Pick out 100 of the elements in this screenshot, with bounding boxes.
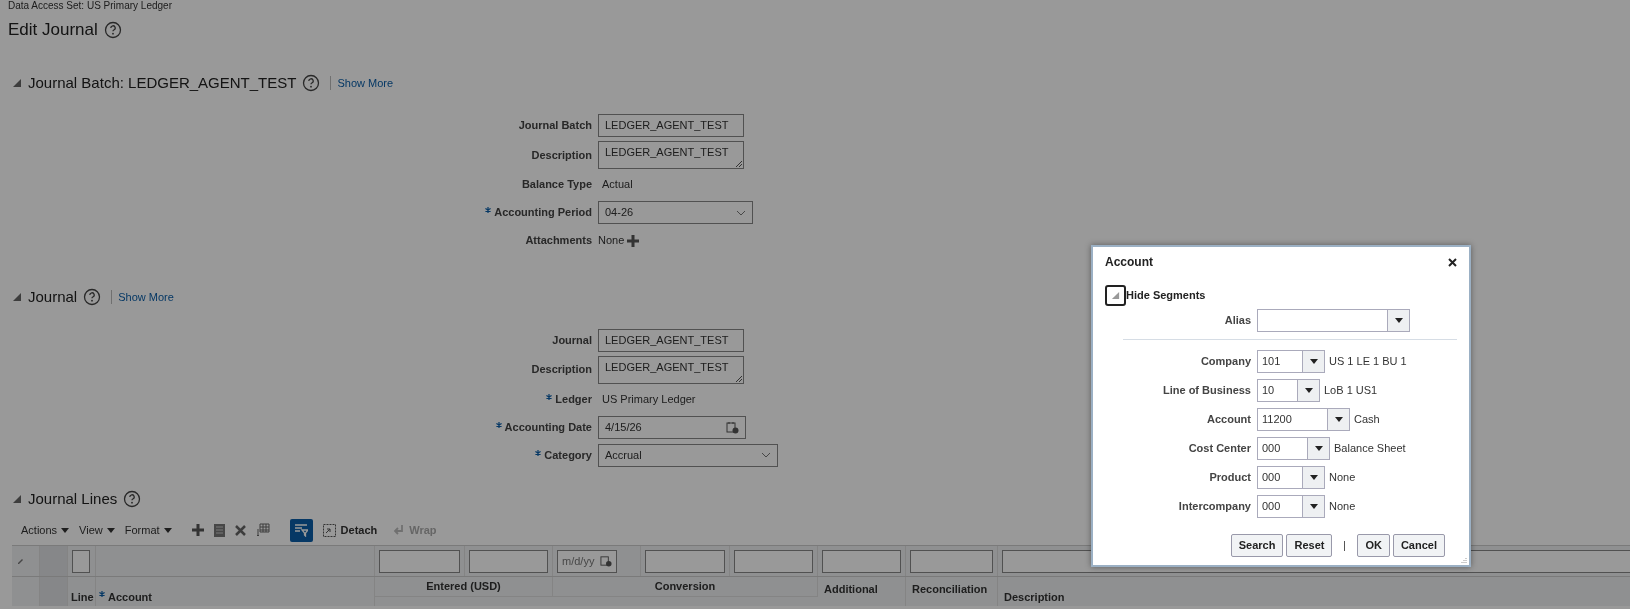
collapse-icon (1111, 291, 1120, 300)
row-header-cell (40, 577, 68, 606)
field-label: Balance Type (521, 177, 592, 193)
filter-field[interactable] (734, 549, 813, 573)
field-label: Ledger (555, 391, 592, 407)
document-icon[interactable] (213, 523, 225, 537)
segment-field[interactable]: 000 (1257, 437, 1330, 460)
segment-description: None (1328, 470, 1356, 486)
field-label: Accounting Period (494, 205, 592, 221)
section-title: Journal Lines (28, 488, 118, 509)
menu-button[interactable]: Format (124, 521, 172, 539)
text-field[interactable]: LEDGER_AGENT_TEST (598, 114, 744, 137)
breadcrumb-text: Data Access Set: US Primary Ledger (8, 0, 172, 11)
collapse-icon[interactable] (12, 77, 22, 88)
collapse-icon[interactable] (12, 292, 22, 303)
close-icon[interactable] (1448, 257, 1457, 267)
section-title: Journal Batch: LEDGER_AGENT_TEST (28, 72, 297, 93)
field-label: Company (1199, 354, 1252, 370)
dialog-button[interactable]: Cancel (1392, 534, 1445, 557)
dropdown-field[interactable] (1257, 309, 1410, 332)
dropdown-icon[interactable] (1334, 417, 1343, 422)
column-header[interactable]: Account (108, 591, 152, 604)
segment-field[interactable]: 000 (1257, 495, 1325, 518)
column-header[interactable]: Additional (824, 583, 878, 595)
dropdown-icon[interactable] (1309, 504, 1318, 509)
checkbox[interactable] (72, 549, 90, 573)
resize-handle-icon[interactable] (735, 160, 742, 167)
calendar-icon[interactable] (600, 555, 612, 567)
field-label: Attachments (525, 233, 592, 249)
help-icon[interactable] (123, 489, 142, 508)
edit-icon[interactable] (16, 556, 25, 566)
column-header[interactable]: Description (1004, 591, 1065, 603)
filter-field[interactable] (469, 549, 548, 573)
segment-field[interactable]: 11200 (1257, 408, 1350, 431)
filter-field[interactable] (379, 549, 460, 573)
filter-toggle-button[interactable] (289, 518, 313, 542)
dialog-title: Account (1105, 254, 1153, 271)
segment-field[interactable]: 101 (1257, 350, 1325, 373)
text-area[interactable]: LEDGER_AGENT_TEST (598, 355, 744, 384)
resize-handle-icon[interactable] (735, 374, 742, 382)
menu-button[interactable]: View (79, 521, 115, 539)
field-value: Actual (601, 177, 633, 193)
delete-icon[interactable] (234, 524, 246, 536)
segment-field[interactable]: 10 (1257, 379, 1320, 402)
caret-icon (106, 527, 115, 533)
field-label: Journal (552, 332, 592, 348)
column-header[interactable]: Reconciliation (912, 583, 988, 595)
dropdown-icon[interactable] (1314, 446, 1323, 451)
field-label: Journal Batch (518, 118, 592, 134)
field-value: None (598, 233, 625, 249)
show-more-link[interactable]: Show More (337, 74, 394, 91)
dialog-button[interactable]: Search (1230, 534, 1284, 557)
text-field[interactable]: LEDGER_AGENT_TEST (598, 328, 744, 352)
date-field[interactable]: 4/15/26 (598, 415, 746, 439)
collapse-icon[interactable] (12, 493, 22, 504)
dropdown-icon[interactable] (1304, 388, 1313, 393)
add-icon[interactable] (191, 524, 204, 536)
dialog-button[interactable]: Reset (1286, 534, 1333, 557)
field-label: Intercompany (1177, 499, 1252, 515)
resize-handle-icon[interactable] (1461, 557, 1467, 563)
field-label: Category (544, 447, 592, 463)
caret-icon (61, 527, 70, 533)
dialog-button[interactable]: OK (1357, 534, 1390, 557)
filter-icon (294, 523, 309, 537)
field-label: Alias (1223, 313, 1252, 329)
field-label: Description (531, 362, 592, 378)
help-icon[interactable] (103, 20, 122, 39)
text-area[interactable]: LEDGER_AGENT_TEST (598, 141, 744, 169)
field-label: Product (1208, 470, 1252, 486)
filter-field[interactable] (645, 549, 725, 573)
field-label: Line of Business (1161, 383, 1252, 399)
dropdown-icon[interactable] (1309, 359, 1318, 364)
segment-description: None (1328, 499, 1356, 515)
toggle-button[interactable] (1105, 285, 1126, 306)
help-icon[interactable] (302, 73, 321, 92)
dropdown-field[interactable]: 04-26 (598, 201, 753, 224)
segment-description: LoB 1 US1 (1323, 383, 1378, 399)
field-label: Cost Center (1187, 441, 1252, 457)
filter-field[interactable] (910, 549, 993, 573)
column-header[interactable]: Line (71, 591, 94, 604)
dropdown-icon[interactable] (1309, 475, 1318, 480)
chevron-down-icon (761, 452, 771, 458)
table-icon[interactable] (255, 523, 270, 537)
chevron-down-icon (736, 209, 746, 216)
segment-description: Balance Sheet (1333, 441, 1406, 457)
menu-button[interactable]: Actions (21, 521, 70, 539)
help-icon[interactable] (83, 288, 102, 307)
dropdown-icon[interactable] (1394, 318, 1403, 323)
calendar-icon[interactable] (726, 420, 739, 434)
dropdown-field[interactable]: Accrual (598, 443, 778, 467)
segment-description: Cash (1353, 412, 1380, 428)
field-value: US Primary Ledger (601, 391, 696, 407)
filter-field[interactable] (822, 549, 901, 573)
section-title: Journal (28, 287, 78, 307)
column-group-header: Conversion (654, 580, 716, 593)
date-filter-field[interactable]: m/d/yy (557, 549, 617, 573)
segment-field[interactable]: 000 (1257, 466, 1325, 489)
show-more-link[interactable]: Show More (118, 289, 174, 306)
detach-button[interactable]: Detach (322, 521, 378, 539)
add-icon[interactable] (627, 234, 640, 247)
